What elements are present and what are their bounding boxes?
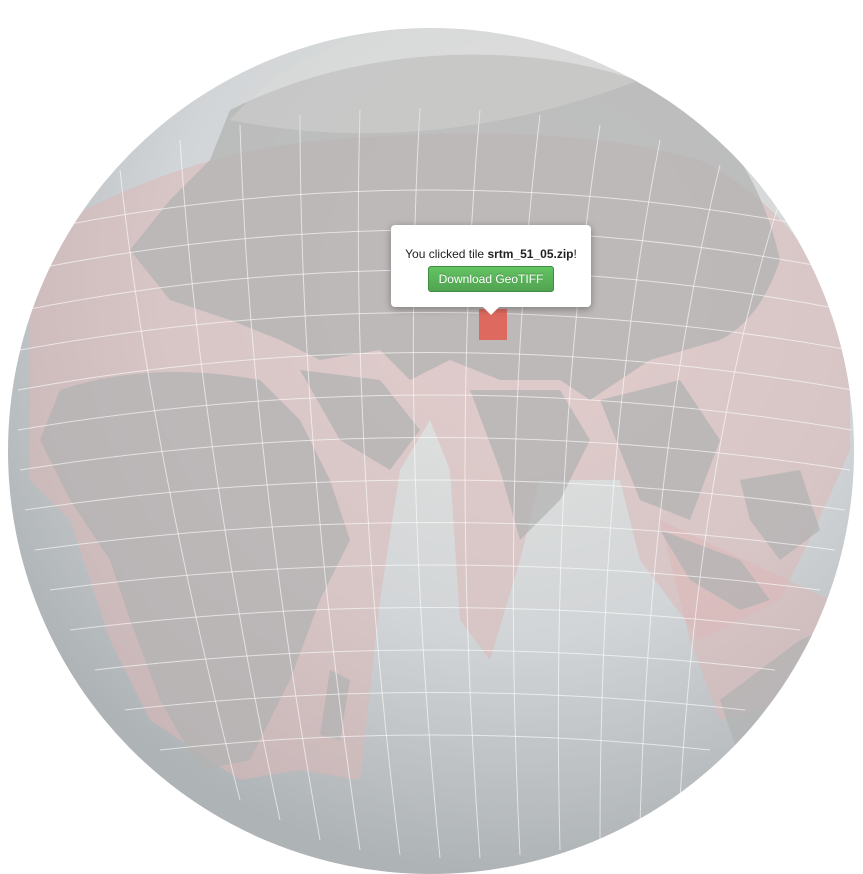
download-geotiff-button[interactable]: Download GeoTIFF: [427, 266, 555, 292]
globe-map[interactable]: You clicked tile srtm_51_05.zip! Downloa…: [0, 0, 863, 874]
popup-tile-name: srtm_51_05.zip: [487, 247, 574, 261]
popup-text-prefix: You clicked tile: [405, 247, 488, 261]
popup-arrow: [483, 307, 499, 315]
popup-text-suffix: !: [573, 247, 577, 261]
globe-svg[interactable]: [0, 0, 863, 874]
tile-popup: You clicked tile srtm_51_05.zip! Downloa…: [391, 225, 591, 315]
popup-message: You clicked tile srtm_51_05.zip!: [391, 247, 591, 261]
